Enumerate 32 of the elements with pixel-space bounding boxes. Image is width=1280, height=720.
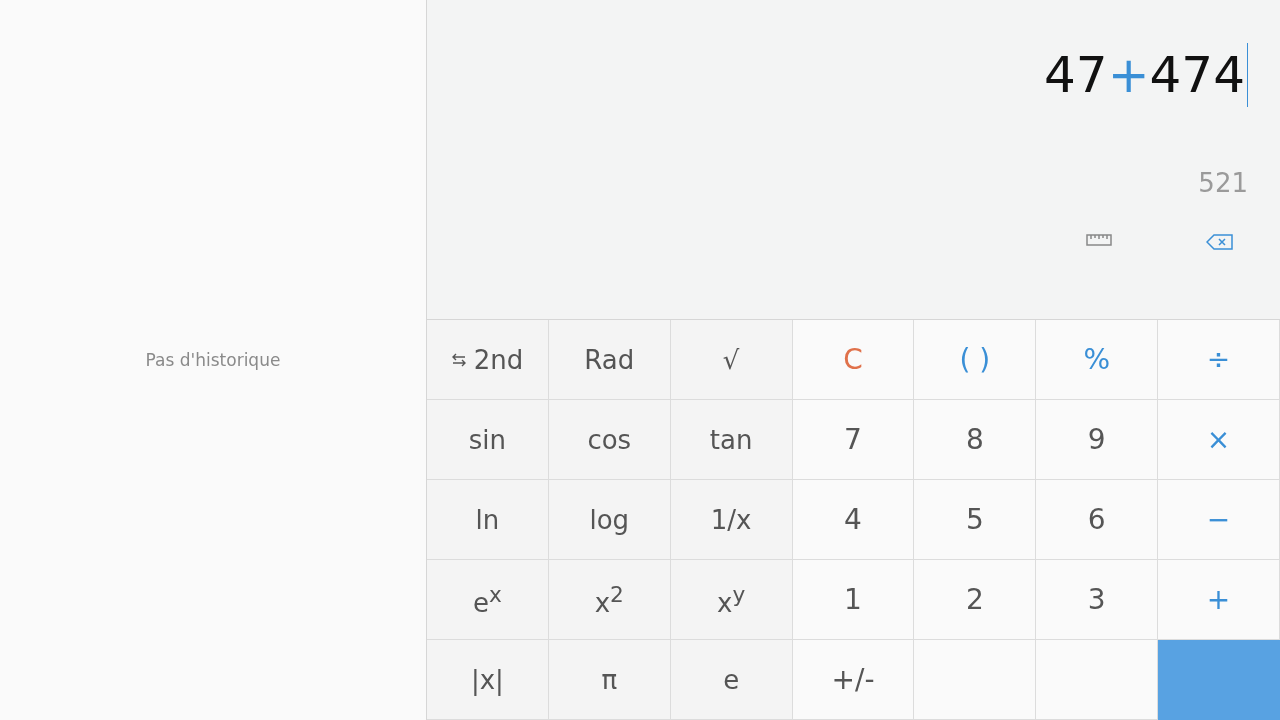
backspace-icon[interactable] <box>1206 234 1234 250</box>
keypad-key[interactable]: log <box>548 480 671 560</box>
result-preview: 521 <box>1198 168 1248 198</box>
keypad-key[interactable]: sin <box>427 400 549 480</box>
keypad-key[interactable]: 2 <box>914 560 1037 640</box>
second-function-key[interactable]: 2nd <box>427 320 549 400</box>
keypad-key[interactable]: tan <box>670 400 793 480</box>
keypad-key[interactable]: 6 <box>1036 480 1159 560</box>
expression-text[interactable]: 47+474 <box>1044 40 1248 110</box>
keypad-key[interactable]: √ <box>670 320 793 400</box>
swap-icon <box>451 352 466 367</box>
keypad-key[interactable]: e$^{x}$ <box>427 560 549 640</box>
keypad-key[interactable]: 5 <box>914 480 1037 560</box>
keypad-key[interactable]: π <box>548 640 671 720</box>
keypad-key[interactable]: Rad <box>548 320 671 400</box>
keypad-key[interactable]: |x| <box>427 640 549 720</box>
keypad-key[interactable]: 3 <box>1036 560 1159 640</box>
keypad-key[interactable]: x$^{y}$ <box>670 560 793 640</box>
keypad-key[interactable]: 8 <box>914 400 1037 480</box>
keypad-key[interactable]: 1/x <box>670 480 793 560</box>
keypad-key[interactable]: 1 <box>792 560 915 640</box>
keypad-key[interactable]: x$^{2}$ <box>548 560 671 640</box>
ruler-icon[interactable] <box>1086 234 1112 246</box>
keypad-key[interactable]: 9 <box>1036 400 1159 480</box>
keypad-key[interactable]: 7 <box>792 400 915 480</box>
history-empty-text: Pas d'historique <box>145 350 281 370</box>
equals-key[interactable] <box>1158 640 1280 720</box>
keypad-key[interactable]: e <box>670 640 793 720</box>
keypad-key[interactable]: 4 <box>792 480 915 560</box>
keypad-key[interactable]: ln <box>427 480 549 560</box>
keypad-key[interactable]: +/- <box>792 640 915 720</box>
keypad-key[interactable]: cos <box>548 400 671 480</box>
